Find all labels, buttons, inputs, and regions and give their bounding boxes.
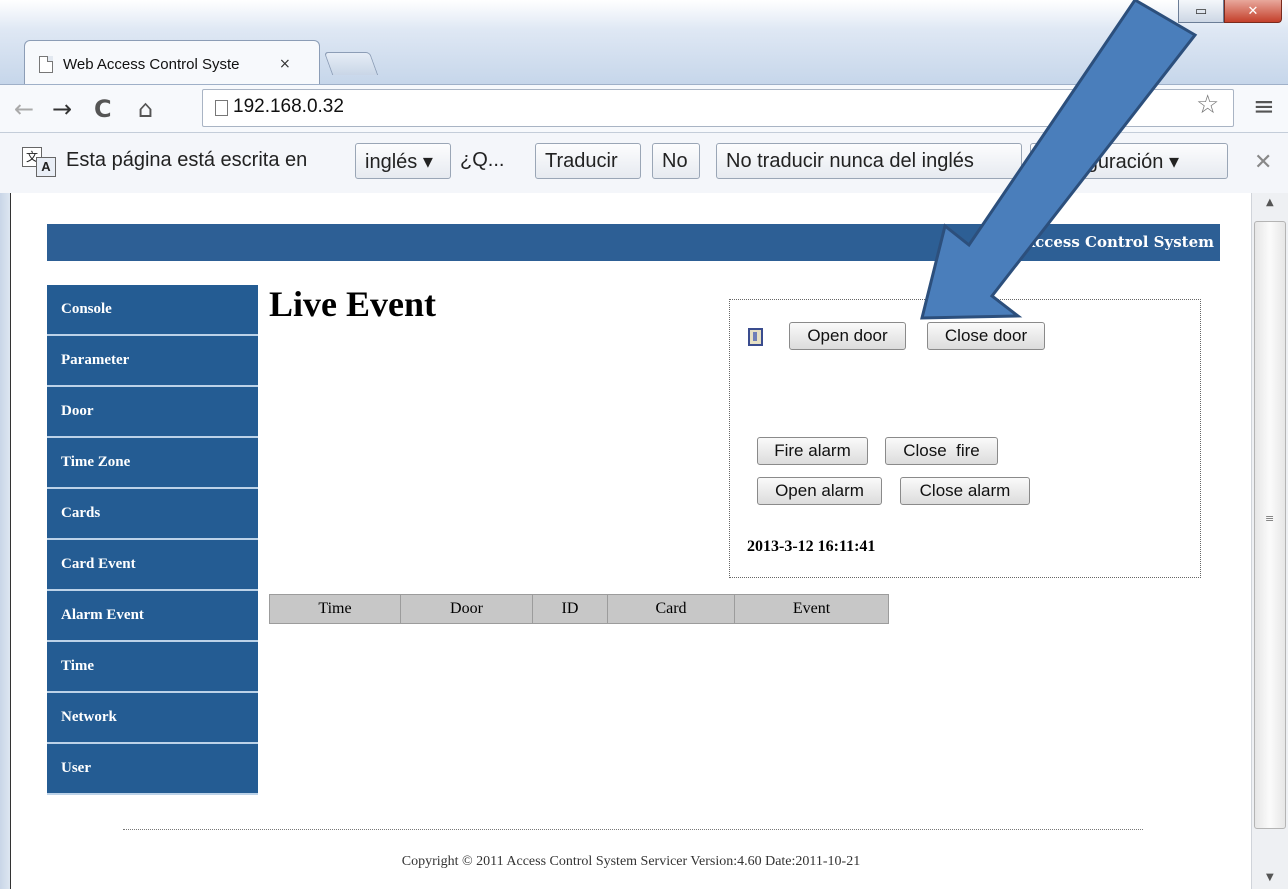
sidebar-item-alarm-event[interactable]: Alarm Event — [47, 591, 258, 642]
open-alarm-button[interactable]: Open alarm — [757, 477, 882, 505]
restore-window-button[interactable]: ▭ — [1178, 0, 1224, 23]
copyright-text: Copyright © 2011 Access Control System S… — [401, 854, 861, 869]
no-button[interactable]: No — [652, 143, 700, 179]
new-tab-button[interactable] — [323, 52, 379, 75]
open-door-button[interactable]: Open door — [789, 322, 906, 350]
url-text: 192.168.0.32 — [233, 96, 344, 117]
close-translate-icon[interactable]: ✕ — [1254, 149, 1272, 175]
events-table: Time Door ID Card Event — [269, 594, 889, 624]
page-icon — [215, 100, 228, 116]
translate-bar: 文A Esta página está escrita en inglés ▾ … — [0, 132, 1288, 194]
forward-icon[interactable]: → — [52, 95, 72, 123]
language-dropdown[interactable]: inglés ▾ — [355, 143, 451, 179]
close-alarm-button[interactable]: Close alarm — [900, 477, 1030, 505]
translate-icon: 文A — [22, 147, 56, 177]
fire-alarm-button[interactable]: Fire alarm — [757, 437, 868, 465]
column-header-event: Event — [734, 594, 889, 624]
sidebar-item-console[interactable]: Console — [47, 285, 258, 336]
sidebar-item-time[interactable]: Time — [47, 642, 258, 693]
banner-title: Access Control System — [1023, 233, 1214, 251]
page-viewport: Access Control System Console Parameter … — [10, 193, 1251, 889]
close-window-button[interactable]: ✕ — [1224, 0, 1282, 23]
sidebar-item-parameter[interactable]: Parameter — [47, 336, 258, 387]
column-header-id: ID — [532, 594, 608, 624]
reload-icon[interactable]: C — [94, 95, 112, 123]
column-header-door: Door — [400, 594, 533, 624]
sidebar-nav: Console Parameter Door Time Zone Cards C… — [47, 285, 258, 795]
close-fire-button[interactable]: Close fire — [885, 437, 998, 465]
door-icon — [748, 328, 763, 346]
vertical-scrollbar[interactable]: ▲ ≡ ▼ — [1251, 193, 1288, 889]
tab-close-icon[interactable]: × — [279, 56, 291, 72]
translate-question: ¿Q... — [460, 149, 505, 171]
grip-icon: ≡ — [1265, 512, 1275, 525]
header-banner: Access Control System — [47, 224, 1220, 261]
window-controls: ▭ ✕ — [1178, 0, 1282, 23]
door-control-panel: Open door Close door Fire alarm Close fi… — [729, 299, 1201, 578]
home-icon[interactable]: ⌂ — [138, 95, 153, 123]
translate-message: Esta página está escrita en — [66, 149, 308, 171]
sidebar-item-user[interactable]: User — [47, 744, 258, 795]
current-datetime: 2013-3-12 16:11:41 — [747, 538, 876, 555]
footer-divider — [123, 829, 1143, 830]
sidebar-item-cards[interactable]: Cards — [47, 489, 258, 540]
sidebar-item-time-zone[interactable]: Time Zone — [47, 438, 258, 489]
column-header-card: Card — [607, 594, 735, 624]
never-translate-button[interactable]: No traducir nunca del inglés — [716, 143, 1022, 179]
page-title: Live Event — [269, 284, 436, 324]
translate-button[interactable]: Traducir — [535, 143, 641, 179]
scroll-down-icon[interactable]: ▼ — [1266, 872, 1274, 883]
star-icon[interactable]: ☆ — [1196, 90, 1219, 120]
scroll-up-icon[interactable]: ▲ — [1266, 197, 1274, 208]
hamburger-menu-icon[interactable]: ≡ — [1253, 92, 1275, 122]
column-header-time: Time — [269, 594, 401, 624]
page-icon — [39, 55, 53, 73]
sidebar-item-network[interactable]: Network — [47, 693, 258, 744]
close-door-button[interactable]: Close door — [927, 322, 1045, 350]
table-header-row: Time Door ID Card Event — [269, 594, 889, 624]
scrollbar-thumb[interactable]: ≡ — [1254, 221, 1286, 829]
address-bar[interactable]: 192.168.0.32 — [202, 89, 1234, 127]
configuration-dropdown[interactable]: Configuración ▾ — [1030, 143, 1228, 179]
browser-toolbar: ← → C ⌂ 192.168.0.32 — [0, 84, 1288, 133]
tab-title: Web Access Control Syste — [63, 55, 240, 73]
back-icon[interactable]: ← — [14, 95, 34, 123]
browser-tab[interactable]: Web Access Control Syste × — [24, 40, 320, 87]
sidebar-item-door[interactable]: Door — [47, 387, 258, 438]
sidebar-item-card-event[interactable]: Card Event — [47, 540, 258, 591]
window-frame-left — [0, 193, 10, 889]
